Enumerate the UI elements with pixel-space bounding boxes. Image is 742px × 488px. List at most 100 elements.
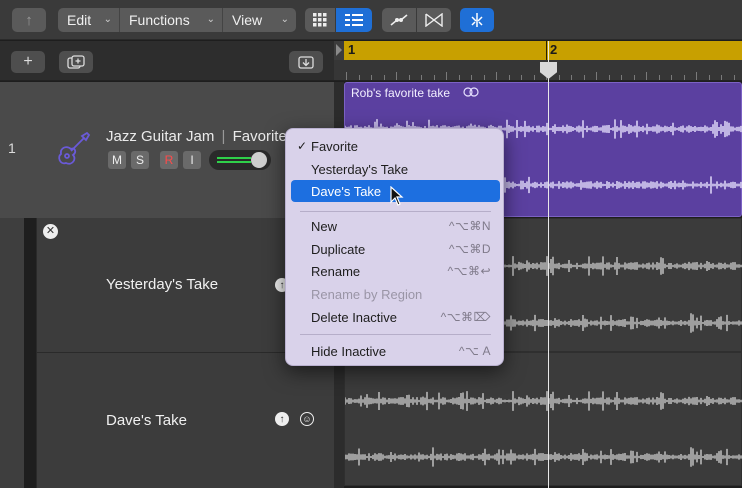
smiley-icon[interactable]: ☺	[300, 412, 314, 426]
chevron-down-icon: ⌄	[103, 14, 112, 25]
input-monitor-button[interactable]: I	[183, 151, 201, 169]
ruler-tick	[583, 75, 585, 80]
ruler-tick	[446, 72, 447, 80]
crossfade-button[interactable]	[417, 8, 451, 32]
menu-item-hide-inactive[interactable]: Hide Inactive ^⌥ A	[291, 340, 500, 362]
automation-button[interactable]	[382, 8, 416, 32]
chevron-down-icon: ⌄	[206, 14, 215, 25]
bar-line	[546, 41, 547, 60]
ruler-tick	[408, 75, 410, 80]
timeline-ruler[interactable]	[334, 60, 742, 81]
solo-button[interactable]: S	[131, 151, 149, 169]
ruler-tick	[646, 72, 647, 80]
add-multiple-button[interactable]	[59, 51, 93, 73]
record-enable-button[interactable]: R	[160, 151, 178, 169]
ruler-tick	[346, 72, 347, 80]
ruler-tick	[671, 75, 672, 80]
ruler-tick	[371, 75, 372, 80]
ruler-tick	[708, 75, 710, 80]
menu-item-new[interactable]: New ^⌥⌘N	[291, 215, 500, 237]
volume-knob[interactable]	[251, 152, 267, 168]
track-header-bar: +	[0, 41, 334, 81]
menu-separator	[300, 334, 491, 335]
waveform-channel	[345, 391, 742, 411]
bar-number: 1	[348, 42, 356, 57]
shortcut: ^⌥⌘D	[448, 242, 491, 256]
grid-view-icon	[313, 13, 327, 27]
mute-button[interactable]: M	[108, 151, 126, 169]
track-view-button[interactable]	[336, 8, 372, 32]
take-popup-menu: ✓ Favorite Yesterday's Take Dave's Take …	[285, 128, 504, 366]
menu-item-favorite[interactable]: ✓ Favorite	[291, 135, 500, 157]
ruler-tick	[733, 75, 735, 80]
ruler-tick	[596, 72, 597, 80]
playhead[interactable]	[548, 41, 549, 488]
mouse-cursor-icon	[390, 186, 404, 206]
menu-item-duplicate[interactable]: Duplicate ^⌥⌘D	[291, 238, 500, 260]
toolbar: ↑ Edit ⌄ Functions ⌄ View ⌄	[0, 0, 742, 40]
download-button[interactable]	[289, 51, 323, 73]
menu-separator	[300, 211, 491, 212]
ruler-tick	[696, 72, 697, 80]
ruler-tick	[558, 75, 560, 80]
take-label: Dave's Take	[106, 412, 187, 429]
add-multiple-icon	[67, 55, 85, 69]
ruler-tick	[421, 75, 422, 80]
ruler-tick	[533, 75, 535, 80]
waveform-channel	[345, 447, 742, 467]
volume-meter	[217, 157, 251, 163]
guitar-icon	[58, 131, 91, 165]
catch-button[interactable]	[460, 8, 494, 32]
catch-icon	[471, 13, 483, 27]
menu-item-yesterdays-take[interactable]: Yesterday's Take	[291, 158, 500, 180]
volume-slider[interactable]	[209, 150, 271, 170]
ruler-tick	[383, 75, 385, 80]
ruler-tick	[358, 75, 360, 80]
add-track-icon: +	[23, 53, 33, 70]
ruler-tick	[496, 72, 497, 80]
ruler-tick	[608, 75, 610, 80]
menu-item-rename[interactable]: Rename ^⌥⌘↩	[291, 260, 500, 282]
track-header[interactable]	[0, 82, 334, 218]
ruler-tick	[683, 75, 685, 80]
up-arrow-circle-icon[interactable]: ↑	[275, 412, 289, 426]
checkmark-icon: ✓	[297, 139, 308, 153]
take-link-icon	[463, 87, 479, 97]
region-title: Rob's favorite take	[351, 86, 451, 100]
grid-view-button[interactable]	[305, 8, 335, 32]
add-track-button[interactable]: +	[11, 51, 45, 73]
menu-item-delete-inactive[interactable]: Delete Inactive ^⌥⌘⌦	[291, 306, 500, 328]
cycle-marker-icon	[336, 44, 342, 56]
waveform	[345, 391, 742, 467]
cycle-region[interactable]: 1 2	[344, 41, 742, 60]
shortcut: ^⌥⌘⌦	[440, 310, 491, 324]
menu-functions[interactable]: Functions ⌄	[120, 8, 223, 32]
ruler-tick	[521, 75, 522, 80]
take-label: Yesterday's Take	[106, 276, 219, 293]
shortcut: ^⌥⌘↩	[447, 264, 491, 278]
up-arrow-icon: ↑	[25, 11, 33, 29]
track-view-icon	[345, 14, 363, 26]
ruler-tick	[721, 75, 722, 80]
automation-curve-icon	[390, 14, 408, 26]
bar-number: 2	[550, 42, 558, 57]
ruler-tick	[458, 75, 460, 80]
shortcut: ^⌥⌘N	[448, 219, 491, 233]
ruler-marker	[334, 41, 344, 60]
active-take-name: Favorite	[232, 128, 287, 145]
ruler-tick	[471, 75, 472, 80]
track-name-row[interactable]: Jazz Guitar Jam | Favorite ⇕	[106, 128, 300, 145]
ruler-tick	[633, 75, 635, 80]
menu-group: Edit ⌄ Functions ⌄ View ⌄	[58, 8, 296, 32]
back-button[interactable]: ↑	[12, 8, 46, 32]
crossfade-icon	[425, 13, 443, 27]
menu-view[interactable]: View ⌄	[223, 8, 296, 32]
shortcut: ^⌥ A	[458, 344, 491, 358]
name-separator: |	[221, 128, 226, 145]
download-icon	[298, 56, 314, 69]
ruler-tick	[396, 72, 397, 80]
ruler-tick	[658, 75, 660, 80]
take-region[interactable]	[344, 352, 742, 486]
ruler-tick	[483, 75, 485, 80]
menu-edit[interactable]: Edit ⌄	[58, 8, 120, 32]
